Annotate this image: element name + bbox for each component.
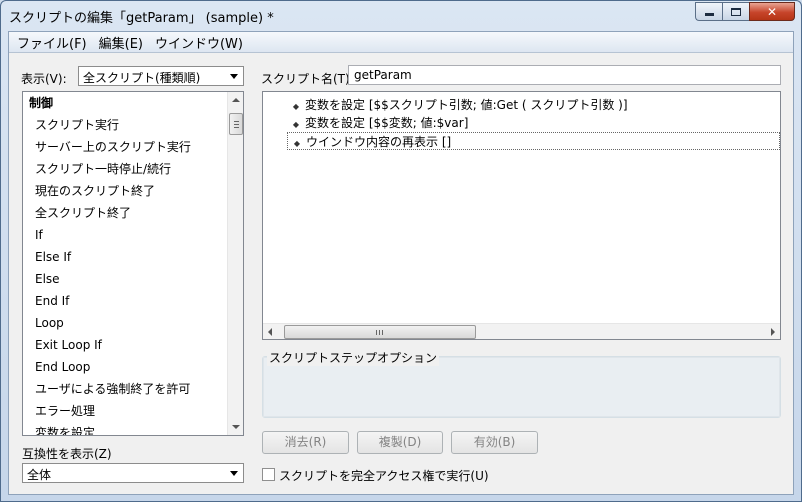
view-label: 表示(V): [21,72,67,86]
window-title: スクリプトの編集「getParam」 (sample) * [9,11,274,26]
close-icon: ✕ [766,4,778,19]
script-step-text: 変数を設定 [$$変数; 値:$var] [305,116,469,130]
full-access-checkbox[interactable] [262,468,275,481]
scroll-right-icon[interactable] [771,328,775,336]
full-access-label: スクリプトを完全アクセス権で実行(U) [279,469,489,483]
menu-bar: ファイル(F) 編集(E) ウインドウ(W) [9,32,793,53]
list-category-header[interactable]: 制御 [23,92,243,114]
view-dropdown-value: 全スクリプト(種類順) [83,71,201,85]
script-steps-list[interactable]: 制御 スクリプト実行 サーバー上のスクリプト実行 スクリプト一時停止/続行 現在のスクリ… [22,91,244,436]
move-handle-icon[interactable]: ◆ [288,135,306,153]
grip-line [234,127,239,128]
step-options-area [263,357,780,417]
step-gutter [263,92,287,323]
view-dropdown[interactable]: 全スクリプト(種類順) [78,66,244,86]
grip-line [379,330,380,335]
maximize-button[interactable] [722,2,749,21]
window-controls: ✕ [695,2,795,21]
list-item[interactable]: End Loop [23,356,243,378]
menu-file[interactable]: ファイル(F) [9,33,93,52]
script-step-selected[interactable]: ◆ ウインドウ内容の再表示 [] [287,132,780,150]
duplicate-button[interactable]: 複製(D) [357,431,443,454]
grip-line [234,121,239,122]
list-vertical-scrollbar[interactable] [227,92,243,435]
script-step-text: ウインドウ内容の再表示 [] [306,135,452,149]
clear-button[interactable]: 消去(R) [262,431,349,454]
compat-label: 互換性を表示(Z) [22,447,112,461]
chevron-down-icon [230,74,238,79]
grip-line [234,124,239,125]
minimize-icon [704,13,714,16]
menu-edit[interactable]: 編集(E) [93,33,149,52]
steps-horizontal-scrollbar[interactable] [263,323,780,339]
compat-dropdown-value: 全体 [27,468,52,482]
chevron-down-icon [230,471,238,476]
list-scroll-thumb[interactable] [229,113,243,135]
grip-line [376,330,377,335]
menu-window[interactable]: ウインドウ(W) [149,33,249,52]
scroll-up-icon[interactable] [232,98,240,102]
step-options-title: スクリプトステップオプション [267,349,440,366]
script-name-label: スクリプト名(T): [261,72,354,86]
script-editor-window: スクリプトの編集「getParam」 (sample) * ✕ ファイル(F) … [0,0,802,502]
list-item[interactable]: エラー処理 [23,400,243,422]
maximize-icon [731,7,741,16]
list-item[interactable]: ユーザによる強制終了を許可 [23,378,243,400]
list-item[interactable]: If [23,224,243,246]
scroll-down-icon[interactable] [232,425,240,429]
grip-line [382,330,383,335]
list-item[interactable]: スクリプト一時停止/続行 [23,158,243,180]
script-name-input[interactable]: getParam [348,65,781,85]
editor-client-area: ファイル(F) 編集(E) ウインドウ(W) 表示(V): 全スクリプト(種類順… [8,31,794,495]
list-item[interactable]: 変数を設定 [23,422,243,435]
list-item[interactable]: 現在のスクリプト終了 [23,180,243,202]
list-item[interactable]: Else If [23,246,243,268]
close-button[interactable]: ✕ [749,2,795,21]
list-item[interactable]: サーバー上のスクリプト実行 [23,136,243,158]
script-step[interactable]: ◆ 変数を設定 [$$スクリプト引数; 値:Get ( スクリプト引数 )] [287,96,780,114]
list-item[interactable]: スクリプト実行 [23,114,243,136]
script-steps-editor[interactable]: ◆ 変数を設定 [$$スクリプト引数; 値:Get ( スクリプト引数 )] ◆ 変… [262,91,781,340]
list-item[interactable]: Loop [23,312,243,334]
step-list-items: 制御 スクリプト実行 サーバー上のスクリプト実行 スクリプト一時停止/続行 現在のスクリ… [23,92,243,435]
list-item[interactable]: Exit Loop If [23,334,243,356]
minimize-button[interactable] [695,2,722,21]
script-step-text: 変数を設定 [$$スクリプト引数; 値:Get ( スクリプト引数 )] [305,98,628,112]
compat-dropdown[interactable]: 全体 [22,463,244,483]
title-bar[interactable]: スクリプトの編集「getParam」 (sample) * ✕ [1,1,801,31]
enable-button[interactable]: 有効(B) [451,431,538,454]
list-item[interactable]: Else [23,268,243,290]
list-item[interactable]: End If [23,290,243,312]
script-step[interactable]: ◆ 変数を設定 [$$変数; 値:$var] [287,114,780,132]
list-item[interactable]: 全スクリプト終了 [23,202,243,224]
scroll-left-icon[interactable] [268,328,272,336]
steps-scroll-thumb[interactable] [284,325,476,339]
